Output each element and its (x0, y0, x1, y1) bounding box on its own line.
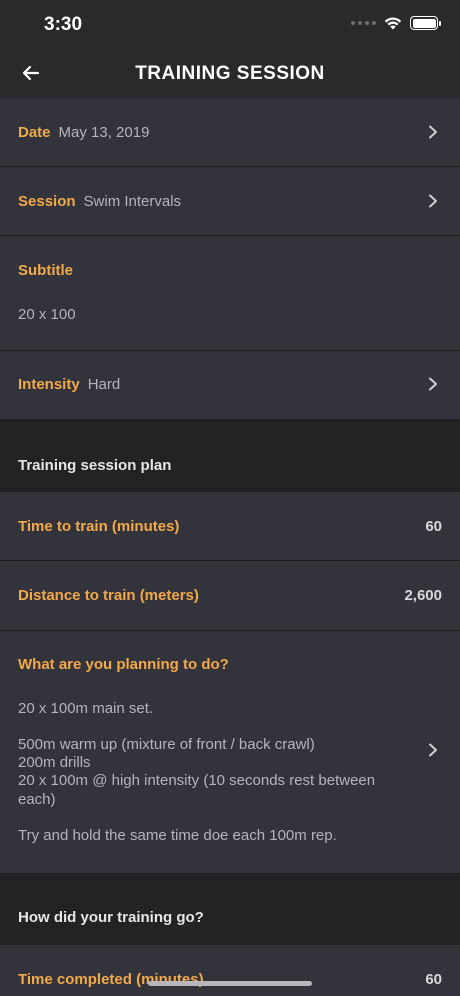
nav-bar: TRAINING SESSION (0, 50, 460, 98)
home-indicator (148, 981, 312, 986)
distance-value: 2,600 (404, 587, 442, 604)
intensity-row[interactable]: Intensity Hard (0, 351, 460, 419)
status-bar: 3:30 (0, 0, 460, 50)
outcome-section-title: How did your training go? (18, 909, 204, 926)
planning-line: 200m drills (18, 754, 91, 771)
status-icons (351, 16, 441, 30)
planning-line: 20 x 100m main set. (18, 700, 154, 717)
planning-row[interactable]: What are you planning to do? 20 x 100m m… (0, 631, 460, 873)
wifi-icon (384, 17, 402, 30)
chevron-right-icon (429, 125, 437, 139)
chevron-right-icon (429, 377, 437, 391)
subtitle-label: Subtitle (18, 262, 73, 279)
date-row[interactable]: Date May 13, 2019 (0, 98, 460, 167)
subtitle-row[interactable]: Subtitle 20 x 100 (0, 236, 460, 351)
signal-icon (351, 21, 376, 25)
session-row[interactable]: Session Swim Intervals (0, 167, 460, 236)
session-value: Swim Intervals (83, 193, 182, 210)
distance-label: Distance to train (meters) (18, 587, 199, 604)
chevron-right-icon (429, 194, 437, 208)
page-title: TRAINING SESSION (135, 63, 325, 84)
date-value: May 13, 2019 (58, 124, 150, 141)
date-label-wrap: Date May 13, 2019 (18, 124, 149, 141)
time-completed-value: 60 (425, 971, 442, 988)
intensity-value: Hard (87, 376, 121, 393)
planning-line: 500m warm up (mixture of front / back cr… (18, 736, 315, 753)
battery-icon (410, 16, 441, 30)
planning-label: What are you planning to do? (18, 656, 229, 673)
time-completed-row[interactable]: Time completed (minutes) 60 (0, 945, 460, 996)
subtitle-value: 20 x 100 (18, 306, 76, 323)
planning-line: 20 x 100m @ high intensity (10 seconds r… (18, 772, 376, 789)
plan-section-title: Training session plan (18, 457, 172, 474)
chevron-right-icon (429, 743, 437, 757)
planning-line: each) (18, 791, 56, 808)
planning-line: Try and hold the same time doe each 100m… (18, 827, 337, 844)
session-label: Session (18, 193, 76, 210)
outcome-section-header: How did your training go? (0, 873, 460, 945)
time-to-train-row[interactable]: Time to train (minutes) 60 (0, 492, 460, 561)
time-to-train-label: Time to train (minutes) (18, 518, 180, 535)
intensity-label-wrap: Intensity Hard (18, 376, 120, 393)
distance-row[interactable]: Distance to train (meters) 2,600 (0, 561, 460, 631)
intensity-label: Intensity (18, 376, 80, 393)
session-label-wrap: Session Swim Intervals (18, 193, 181, 210)
time-to-train-value: 60 (425, 518, 442, 535)
date-label: Date (18, 124, 51, 141)
plan-section-header: Training session plan (0, 419, 460, 492)
status-time: 3:30 (44, 14, 83, 35)
